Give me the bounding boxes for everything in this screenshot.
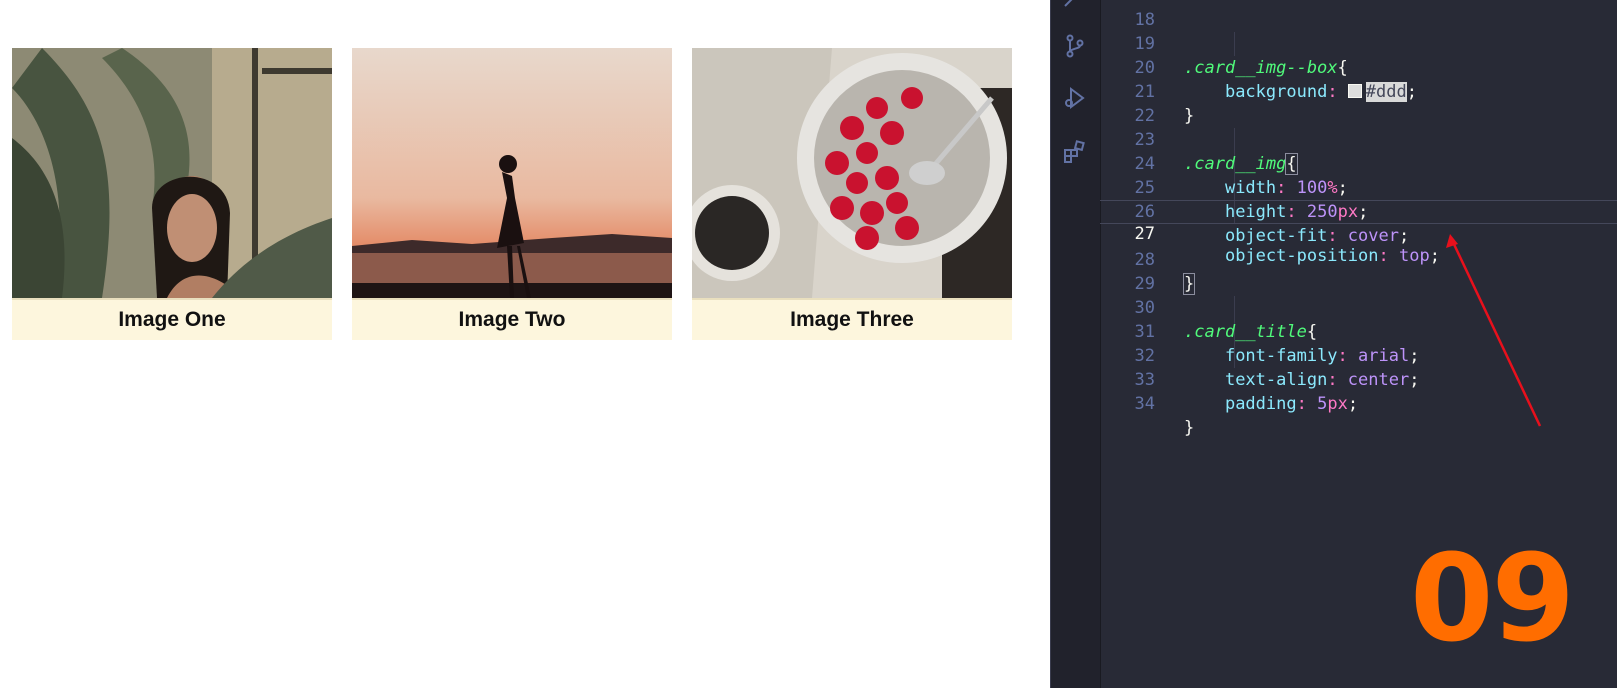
card-title: Image Three [692, 298, 1012, 340]
episode-number: 09 [1410, 530, 1575, 669]
card-image-woman-leaves [12, 48, 332, 298]
card-image-one: Image One [12, 48, 332, 340]
card-image-raspberry-bowl [692, 48, 1012, 298]
card-title: Image Two [352, 298, 672, 340]
browser-preview: Image One Image Two Image Three [0, 0, 1050, 688]
card-image-two: Image Two [352, 48, 672, 340]
card-title: Image One [12, 298, 332, 340]
code-editor: 18 19 .card__img--box{ 20 background: #d… [1050, 0, 1617, 688]
card-image-silhouette-sunset [352, 48, 672, 298]
card-image-three: Image Three [692, 48, 1012, 340]
